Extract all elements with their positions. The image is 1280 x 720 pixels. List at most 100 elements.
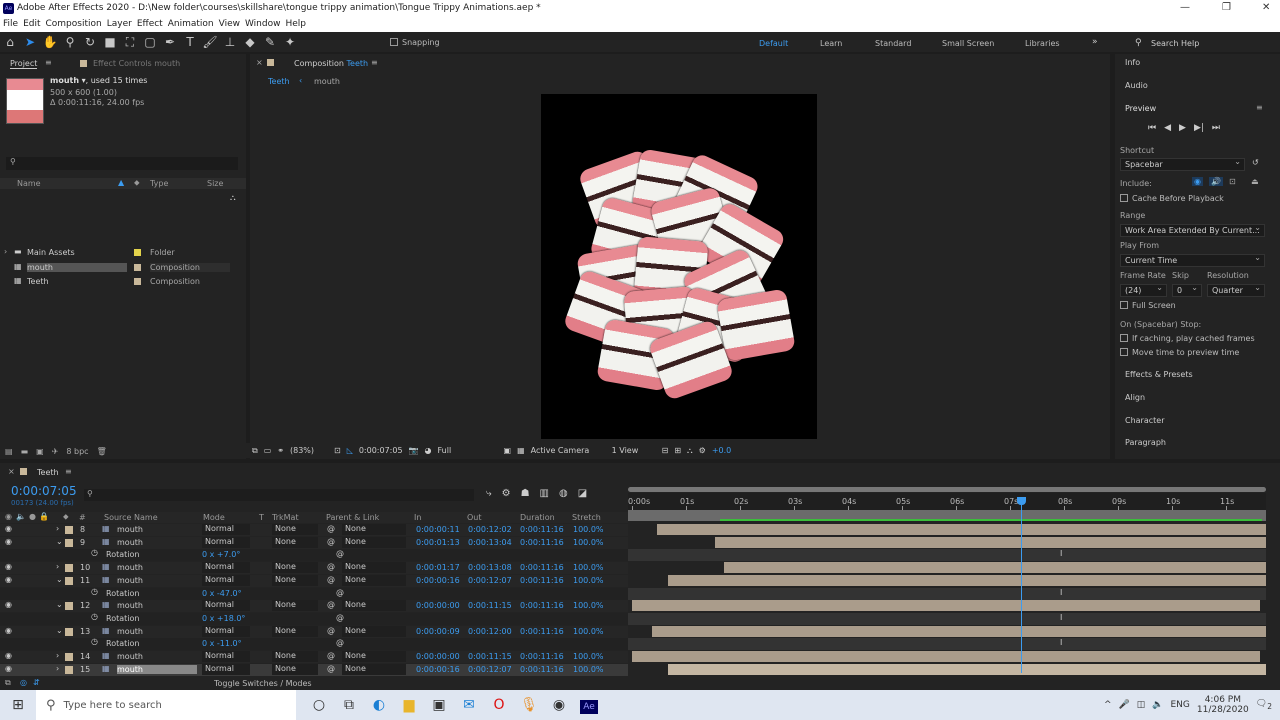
expand-chevron-icon[interactable]: › — [56, 524, 59, 533]
opera-icon[interactable]: O — [484, 697, 514, 713]
workspace-learn[interactable]: Learn — [820, 39, 842, 48]
selection-tool-icon[interactable]: ➤ — [20, 35, 40, 49]
panel-menu-icon[interactable]: ≡ — [1256, 103, 1263, 112]
menu-window[interactable]: Window — [245, 19, 281, 29]
parent-dropdown[interactable]: None — [342, 574, 406, 586]
resolution-dropdown[interactable]: Full — [438, 446, 498, 455]
new-folder-icon[interactable]: ▬ — [21, 447, 29, 456]
layer-name[interactable]: mouth — [117, 601, 197, 610]
expand-chevron-icon[interactable]: › — [56, 664, 59, 673]
transfer-controls-icon[interactable]: ◎ — [20, 678, 27, 687]
maximize-button[interactable]: ❐ — [1222, 2, 1231, 13]
pick-whip-icon[interactable]: @ — [327, 664, 335, 673]
layer-duration[interactable]: 0:00:11:16 — [520, 665, 564, 674]
reset-exposure-icon[interactable]: ⚙ — [699, 446, 706, 455]
layer-name[interactable]: mouth — [117, 664, 197, 674]
draft-3d-icon[interactable]: ⊞ — [674, 446, 681, 455]
layer-name[interactable]: mouth — [117, 538, 197, 547]
layer-stretch[interactable]: 100.0% — [573, 538, 604, 547]
property-value[interactable]: 0 x -11.0° — [202, 639, 242, 648]
menu-view[interactable]: View — [219, 19, 240, 29]
layer-stretch[interactable]: 100.0% — [573, 665, 604, 674]
column-number[interactable]: # — [79, 513, 86, 522]
tab-teeth[interactable]: Teeth — [37, 468, 59, 477]
include-audio-icon[interactable]: 🔊 — [1209, 177, 1223, 186]
menu-file[interactable]: File — [3, 19, 18, 29]
visibility-eye-icon[interactable]: ◉ — [5, 600, 12, 609]
fast-previews-icon[interactable]: ▣ — [504, 446, 512, 455]
layer-duration[interactable]: 0:00:11:16 — [520, 652, 564, 661]
camera-tool-icon[interactable]: ■ — [100, 35, 120, 49]
parent-dropdown[interactable]: None — [342, 663, 406, 675]
work-area-bar[interactable] — [628, 510, 1266, 521]
pick-whip-icon[interactable]: @ — [327, 537, 335, 546]
column-size[interactable]: Size — [207, 179, 223, 188]
layer-out[interactable]: 0:00:12:02 — [468, 525, 512, 534]
keyframe-icon[interactable]: I — [1060, 588, 1062, 597]
character-panel-header[interactable]: Character — [1125, 416, 1165, 425]
project-search-input[interactable]: ⚲ — [6, 157, 238, 170]
panel-menu-icon[interactable]: ≡ — [371, 58, 378, 67]
toggle-pixel-aspect-icon[interactable]: ⊟ — [662, 446, 669, 455]
motion-blur-icon[interactable]: ◍ — [559, 488, 568, 499]
timeline-layer-row[interactable]: ◉ ⌄ 13 ▦ mouth Normal None @ None 0:00:00:09 0:00:… — [0, 625, 628, 638]
full-screen-checkbox[interactable] — [1120, 301, 1128, 309]
layer-in[interactable]: 0:00:01:17 — [416, 563, 460, 572]
mask-visibility-icon[interactable]: ⚭ — [277, 446, 284, 455]
time-ruler[interactable]: 0:00s 01s 02s 03s 04s 05s 06s 07s 08s 09s 10s 11s — [628, 493, 1266, 510]
visibility-eye-icon[interactable]: ◉ — [5, 524, 12, 533]
trkmat-dropdown[interactable]: None — [272, 562, 318, 574]
rotate-tool-icon[interactable]: ↻ — [80, 35, 100, 49]
project-item[interactable]: ▦ Teeth Composition — [0, 276, 246, 289]
panel-menu-icon[interactable]: ≡ — [45, 58, 52, 67]
layer-stretch[interactable]: 100.0% — [573, 601, 604, 610]
column-duration[interactable]: Duration — [520, 513, 555, 522]
column-mode[interactable]: Mode — [203, 513, 225, 522]
draft-3d-icon[interactable]: ⚙ — [502, 488, 511, 499]
pick-whip-icon[interactable]: @ — [327, 626, 335, 635]
expand-chevron-icon[interactable]: › — [4, 247, 7, 256]
label-tag-icon[interactable]: ⬥ — [63, 512, 69, 522]
shortcut-dropdown[interactable]: Spacebar — [1120, 157, 1245, 171]
camera-dropdown[interactable]: Active Camera — [531, 446, 606, 455]
layer-in[interactable]: 0:00:00:00 — [416, 652, 460, 661]
visibility-eye-icon[interactable]: ◉ — [5, 626, 12, 635]
edge-icon[interactable]: ◐ — [364, 697, 394, 713]
flowchart-icon[interactable]: ⛬ — [230, 193, 236, 203]
sort-ascending-icon[interactable]: ▲ — [118, 178, 124, 187]
frame-blending-icon[interactable]: ▥ — [540, 488, 549, 499]
play-cached-frames-checkbox[interactable] — [1120, 334, 1128, 342]
layer-out[interactable]: 0:00:13:04 — [468, 538, 512, 547]
pick-whip-icon[interactable]: @ — [327, 651, 335, 660]
column-stretch[interactable]: Stretch — [572, 513, 601, 522]
paragraph-panel-header[interactable]: Paragraph — [1125, 438, 1166, 447]
label-tag-icon[interactable]: ⬥ — [134, 178, 140, 188]
previous-frame-icon[interactable]: ◀ — [1164, 123, 1171, 133]
new-composition-icon[interactable]: ▣ — [36, 447, 44, 456]
layer-name[interactable]: mouth — [117, 652, 197, 661]
minimize-button[interactable]: — — [1180, 2, 1190, 13]
layer-out[interactable]: 0:00:12:07 — [468, 576, 512, 585]
composition-tab-name[interactable]: Teeth — [347, 59, 369, 68]
search-help-input[interactable]: Search Help — [1151, 39, 1199, 48]
visibility-eye-icon[interactable]: ◉ — [5, 537, 12, 546]
pick-whip-icon[interactable]: @ — [336, 613, 344, 622]
workspace-small-screen[interactable]: Small Screen — [942, 39, 994, 48]
timeline-layer-row[interactable]: ◉ › 8 ▦ mouth Normal None @ None 0:00:00:11 0:00:1… — [0, 524, 628, 536]
notifications-icon[interactable]: 🗨2 — [1256, 699, 1272, 711]
roto-brush-tool-icon[interactable]: ✎ — [260, 35, 280, 49]
timeline-layer-row[interactable]: ◉ › 10 ▦ mouth Normal None @ None 0:00:01:17 0:00:… — [0, 562, 628, 575]
breadcrumb-teeth[interactable]: Teeth — [268, 77, 290, 86]
puppet-tool-icon[interactable]: ✦ — [280, 35, 300, 49]
timeline-layer-row[interactable]: ◉ › 15 ▦ mouth Normal None @ None 0:00:00:16 0:00:… — [0, 663, 628, 676]
pen-tool-icon[interactable]: ✒ — [160, 35, 180, 49]
bit-depth[interactable]: 8 bpc — [66, 447, 88, 456]
layer-duration[interactable]: 0:00:11:16 — [520, 538, 564, 547]
snapping-checkbox[interactable] — [390, 38, 398, 46]
clock[interactable]: 4:06 PM 11/28/2020 — [1197, 695, 1249, 715]
layer-in[interactable]: 0:00:01:13 — [416, 538, 460, 547]
clone-stamp-tool-icon[interactable]: ⊥ — [220, 35, 240, 49]
include-video-icon[interactable]: ◉ — [1192, 177, 1203, 186]
range-dropdown[interactable]: Work Area Extended By Current... — [1120, 223, 1265, 237]
expand-chevron-icon[interactable]: › — [56, 562, 59, 571]
